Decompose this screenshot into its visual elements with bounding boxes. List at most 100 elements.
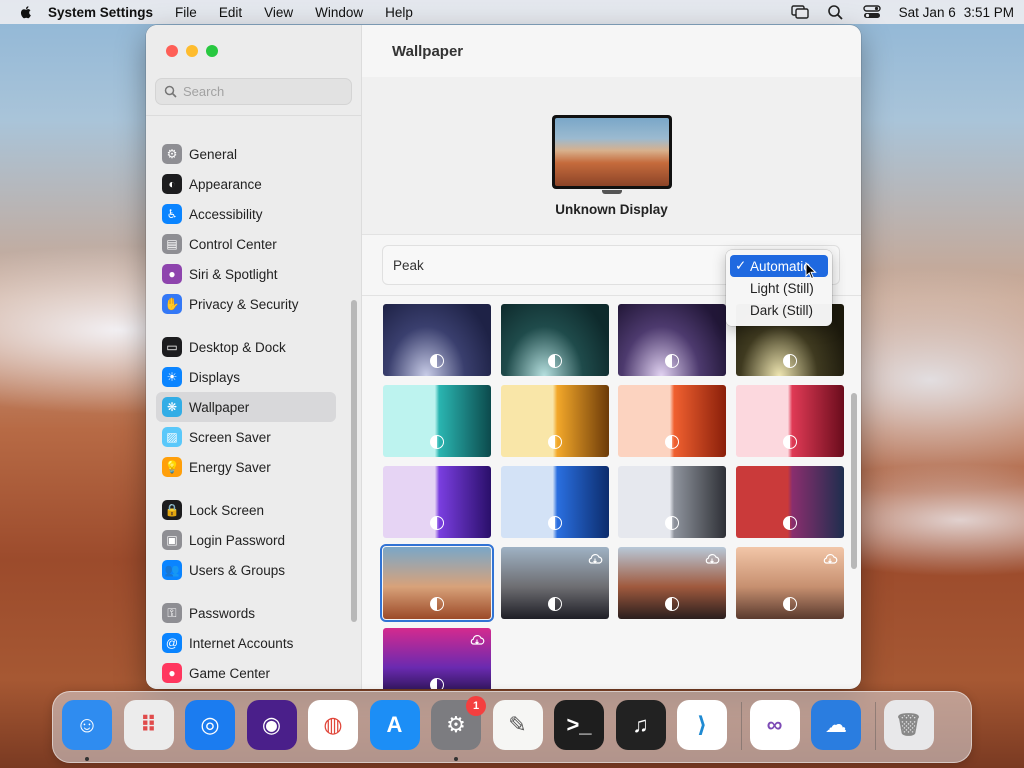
displays-icon: ☀ xyxy=(162,367,182,387)
sidebar-item-game-center[interactable]: ● Game Center xyxy=(146,658,362,688)
terminal-icon[interactable]: >_ xyxy=(554,700,604,750)
window-menu[interactable]: Window xyxy=(315,5,363,20)
at-icon: @ xyxy=(162,633,182,653)
sidebar-item-wallpaper[interactable]: ❋ Wallpaper xyxy=(146,392,362,422)
wallpaper-thumbnail[interactable] xyxy=(383,466,491,538)
wallpaper-thumbnail[interactable] xyxy=(383,304,491,376)
dynamic-mode-icon xyxy=(547,435,562,449)
display-preview[interactable] xyxy=(552,115,672,189)
wallpaper-thumbnail[interactable] xyxy=(618,466,726,538)
sidebar-item-displays[interactable]: ☀ Displays xyxy=(146,362,362,392)
sidebar-item-siri-and-spotlight[interactable]: ● Siri & Spotlight xyxy=(146,259,362,289)
sidebar-item-partial[interactable] xyxy=(146,116,362,122)
app-menu[interactable]: System Settings xyxy=(48,5,153,20)
sidebar-item-control-center[interactable]: ▤ Control Center xyxy=(146,229,362,259)
wallpaper-thumbnail[interactable] xyxy=(618,385,726,457)
finder-icon[interactable]: ☺ xyxy=(62,700,112,750)
sidebar-item-label: Accessibility xyxy=(189,206,263,222)
dynamic-mode-icon xyxy=(782,435,797,449)
garageband-icon[interactable]: ♫ xyxy=(615,700,666,750)
system-settings-icon[interactable]: ⚙ 1 xyxy=(431,696,486,750)
edit-menu[interactable]: Edit xyxy=(219,5,242,20)
dropdown-option-label: Automatic xyxy=(750,258,811,274)
view-menu[interactable]: View xyxy=(264,5,293,20)
page-title: Wallpaper xyxy=(392,43,464,60)
sidebar-item-accessibility[interactable]: ♿ Accessibility xyxy=(146,199,362,229)
zoom-button[interactable] xyxy=(206,45,218,57)
search-field[interactable] xyxy=(155,78,352,105)
sidebar-item-label: Internet Accounts xyxy=(189,635,294,651)
help-menu[interactable]: Help xyxy=(385,5,413,20)
checkmark-icon: ✓ xyxy=(735,258,747,273)
gear-icon: ⚙ xyxy=(162,144,182,164)
menubar-time[interactable]: 3:51 PM xyxy=(964,5,1014,20)
sidebar-item-users-and-groups[interactable]: 👥 Users & Groups xyxy=(146,555,362,585)
wallpaper-thumbnail[interactable] xyxy=(500,547,609,619)
file-menu[interactable]: File xyxy=(175,5,197,20)
dock: ☺ ⠿ ◎ ◉ ◍ A ⚙ 1 ✎ >_ ♫ ⟩ ∞ ☁ 🗑 xyxy=(52,691,972,763)
launchpad-icon[interactable]: ⠿ xyxy=(123,700,174,750)
dropdown-option-dark-still[interactable]: Dark (Still) xyxy=(730,299,828,321)
wallpaper-thumbnail[interactable] xyxy=(735,547,844,619)
users-groups-icon: 👥 xyxy=(162,560,182,580)
settings-window: ⚙ General ◐ Appearance ♿ Accessibility ▤ Contro… xyxy=(146,25,861,689)
sidebar-list[interactable]: ⚙ General ◐ Appearance ♿ Accessibility ▤ Contro… xyxy=(146,115,362,689)
dynamic-mode-icon xyxy=(665,516,679,530)
sidebar-item-internet-accounts[interactable]: @ Internet Accounts xyxy=(146,628,362,658)
sidebar-item-label: Passwords xyxy=(189,605,256,621)
sidebar-item-label: Displays xyxy=(189,369,241,385)
trash-icon[interactable]: 🗑 xyxy=(883,700,934,750)
sidebar-item-lock-screen[interactable]: 🔒 Lock Screen xyxy=(146,495,362,525)
wallpaper-thumbnail[interactable] xyxy=(735,385,844,457)
wallpaper-thumbnail[interactable] xyxy=(500,466,609,538)
wallpaper-thumbnail[interactable] xyxy=(383,385,491,457)
running-indicator xyxy=(454,757,458,761)
sidebar-item-screen-saver[interactable]: ▨ Screen Saver xyxy=(146,422,362,452)
sidebar-item-desktop-and-dock[interactable]: ▭ Desktop & Dock xyxy=(146,332,362,362)
close-button[interactable] xyxy=(166,45,178,57)
visual-studio-icon[interactable]: ∞ xyxy=(749,700,800,750)
wallpaper-scrollbar[interactable] xyxy=(851,393,857,569)
wallpaper-thumbnail[interactable] xyxy=(380,544,494,622)
sidebar-item-energy-saver[interactable]: 💡 Energy Saver xyxy=(146,452,362,482)
wallpaper-thumbnail[interactable] xyxy=(618,304,726,376)
spotlight-search-icon[interactable] xyxy=(827,4,845,20)
dropdown-option-light-still[interactable]: Light (Still) xyxy=(730,277,828,299)
sidebar-scrollbar[interactable] xyxy=(351,300,357,622)
sidebar-item-login-password[interactable]: ▣ Login Password xyxy=(146,525,362,555)
wallpaper-grid xyxy=(362,295,861,689)
wallpaper-thumbnail[interactable] xyxy=(500,385,609,457)
sidebar-item-label: Game Center xyxy=(189,665,271,681)
firefox-icon[interactable]: ◉ xyxy=(246,700,297,750)
dynamic-mode-icon xyxy=(782,597,797,611)
vscode-icon[interactable]: ⟩ xyxy=(677,700,727,750)
weather-icon[interactable]: ☁ xyxy=(811,700,861,750)
textedit-icon[interactable]: ✎ xyxy=(492,700,543,750)
sidebar-item-label: Control Center xyxy=(189,236,277,252)
wallpaper-thumbnail[interactable] xyxy=(383,628,491,689)
screen-mirroring-icon[interactable] xyxy=(790,4,809,20)
wallpaper-thumbnail[interactable] xyxy=(735,466,844,538)
sidebar-item-general[interactable]: ⚙ General xyxy=(146,139,362,169)
cloud-download-icon xyxy=(470,634,485,645)
wallpaper-thumbnail[interactable] xyxy=(618,547,726,619)
sidebar-item-appearance[interactable]: ◐ Appearance xyxy=(146,169,362,199)
sidebar-item-label: Users & Groups xyxy=(189,562,286,578)
sidebar-item-passwords[interactable]: ⚿ Passwords xyxy=(146,598,362,628)
safari-icon[interactable]: ◎ xyxy=(185,700,235,750)
sidebar-item-label: Privacy & Security xyxy=(189,296,299,312)
sidebar-item-privacy-and-security[interactable]: ✋ Privacy & Security xyxy=(146,289,362,319)
control-center-icon[interactable] xyxy=(862,4,881,20)
chrome-icon[interactable]: ◍ xyxy=(308,700,358,750)
search-input[interactable] xyxy=(183,84,343,99)
key-icon: ⚿ xyxy=(162,603,182,623)
sidebar-item-label: Appearance xyxy=(189,176,262,192)
sidebar-item-label: Desktop & Dock xyxy=(189,339,286,355)
display-stand xyxy=(602,190,622,194)
minimize-button[interactable] xyxy=(186,45,198,57)
menubar-date[interactable]: Sat Jan 6 xyxy=(899,5,956,20)
wallpaper-thumbnail[interactable] xyxy=(500,304,609,376)
dynamic-mode-icon xyxy=(547,516,562,530)
apple-logo-icon[interactable] xyxy=(18,4,34,20)
app-store-icon[interactable]: A xyxy=(369,700,420,750)
